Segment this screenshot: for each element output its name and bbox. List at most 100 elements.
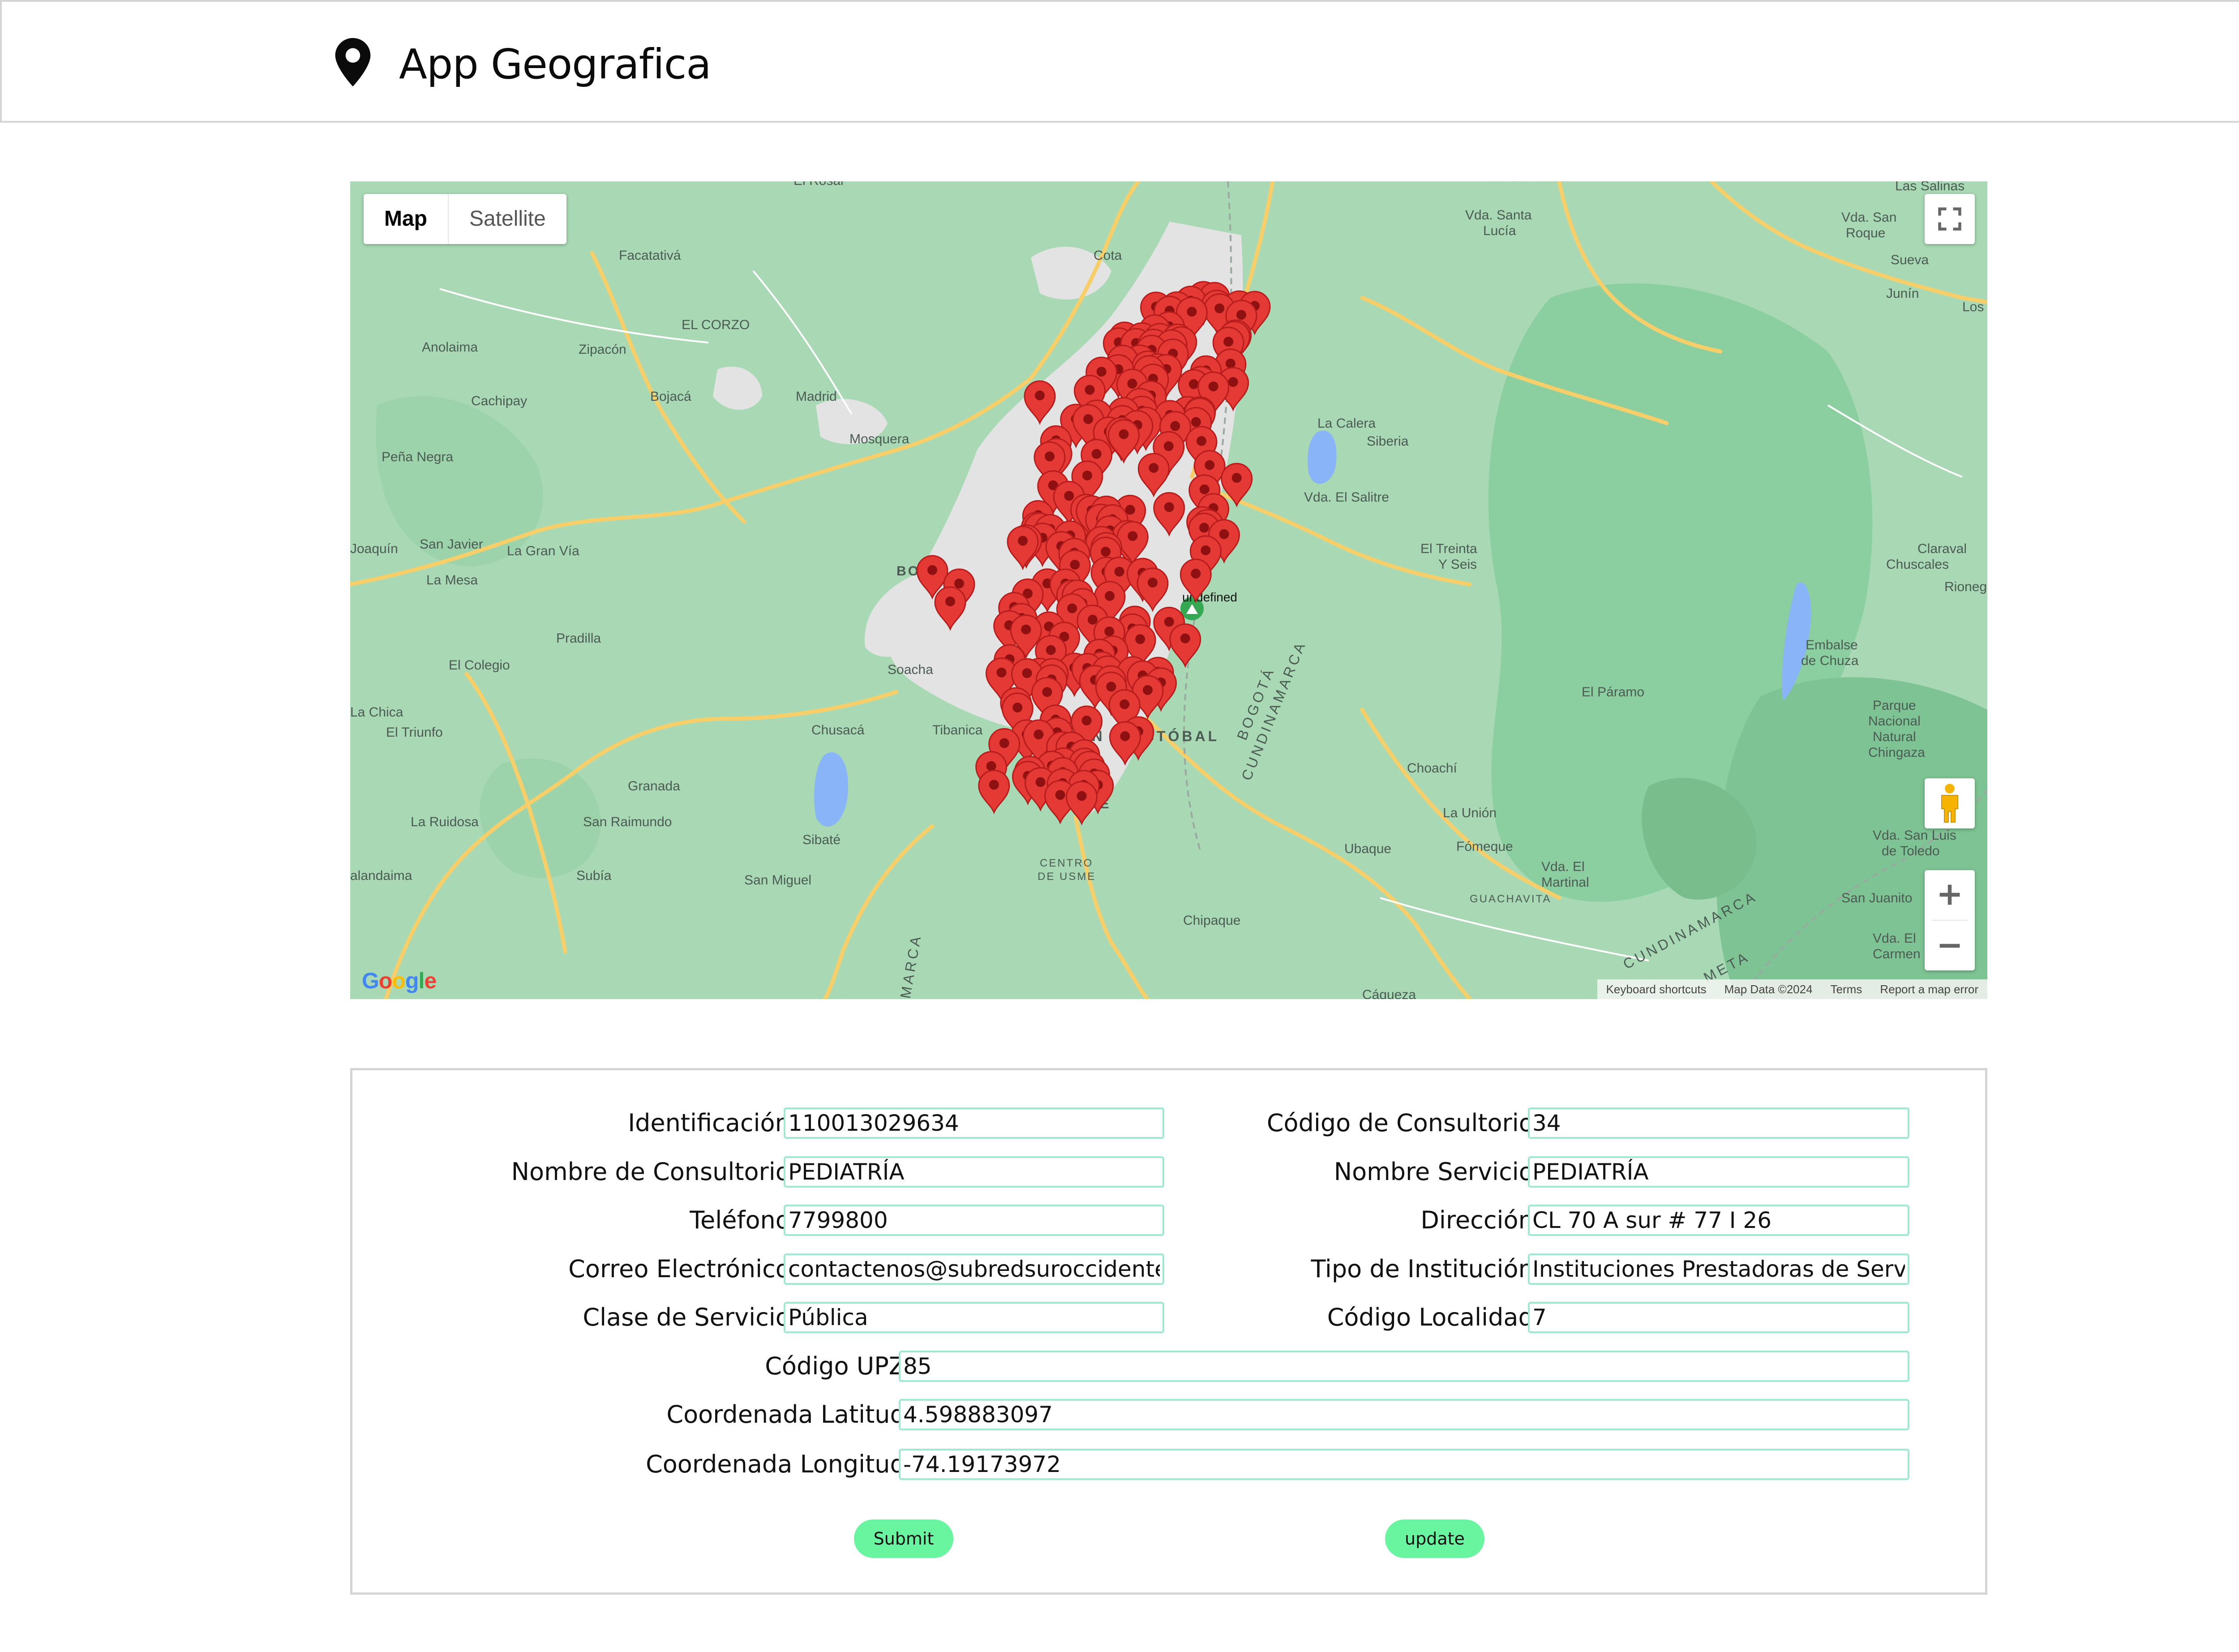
svg-text:La Gran Vía: La Gran Vía [507, 544, 579, 558]
svg-text:Anolaima: Anolaima [422, 340, 478, 355]
svg-text:La Chica: La Chica [350, 705, 403, 720]
svg-text:La Calera: La Calera [1317, 416, 1376, 431]
map-canvas[interactable]: El Rosal Facatativá Cota EL CORZO Anolai… [350, 181, 1987, 999]
svg-text:Ubaque: Ubaque [1344, 841, 1391, 856]
svg-text:Chuscales: Chuscales [1886, 557, 1949, 572]
app-title: App Geografica [399, 40, 712, 88]
nombre-consultorio-input[interactable] [784, 1156, 1164, 1188]
codigo-upz-input[interactable] [899, 1351, 1909, 1382]
svg-text:Tibanica: Tibanica [932, 723, 983, 738]
street-view-button[interactable] [1925, 778, 1975, 828]
svg-text:de Chuza: de Chuza [1801, 653, 1859, 668]
direccion-input[interactable] [1528, 1205, 1909, 1236]
svg-text:El Triunfo: El Triunfo [386, 725, 443, 740]
svg-text:La Mesa: La Mesa [426, 573, 478, 588]
svg-text:Vda. San Luis: Vda. San Luis [1873, 828, 1956, 843]
svg-text:Joaquín: Joaquín [350, 541, 398, 556]
svg-text:Sueva: Sueva [1891, 253, 1929, 267]
keyboard-shortcuts-link[interactable]: Keyboard shortcuts [1597, 983, 1716, 996]
svg-text:Soacha: Soacha [888, 662, 933, 677]
codigo-localidad-label: Código Localidad: [1327, 1303, 1542, 1331]
latitud-input[interactable] [899, 1399, 1909, 1430]
svg-text:Martinal: Martinal [1541, 875, 1589, 890]
telefono-input[interactable] [784, 1205, 1164, 1236]
google-map[interactable]: El Rosal Facatativá Cota EL CORZO Anolai… [350, 181, 1987, 999]
svg-text:San Miguel: San Miguel [744, 873, 811, 888]
svg-text:La Unión: La Unión [1443, 806, 1497, 820]
svg-text:Roque: Roque [1846, 226, 1885, 240]
google-logo[interactable]: Google [362, 968, 437, 994]
app-header: App Geografica [0, 0, 2239, 123]
nombre-servicio-label: Nombre Servicio: [1334, 1158, 1542, 1186]
svg-text:Natural: Natural [1873, 729, 1916, 744]
svg-text:Cachipay: Cachipay [471, 394, 527, 408]
svg-text:DE USME: DE USME [1038, 871, 1096, 883]
identificacion-input[interactable] [784, 1107, 1164, 1139]
pegman-icon [1941, 784, 1958, 823]
svg-text:Chusacá: Chusacá [811, 723, 865, 738]
svg-text:Vda. San José: Vda. San José [1479, 181, 1566, 185]
correo-label: Correo Electrónico: [568, 1255, 798, 1283]
svg-text:Lucía: Lucía [1483, 223, 1516, 238]
fullscreen-icon [1938, 207, 1961, 231]
zoom-control[interactable] [1925, 870, 1975, 970]
nombre-consultorio-label: Nombre de Consultorio: [511, 1158, 798, 1186]
submit-button[interactable]: Submit [854, 1519, 953, 1558]
svg-text:Vda. El Salitre: Vda. El Salitre [1304, 490, 1389, 505]
correo-input[interactable] [784, 1253, 1164, 1285]
clase-servicio-input[interactable] [784, 1302, 1164, 1333]
fullscreen-button[interactable] [1925, 194, 1975, 244]
map-type-map-button[interactable]: Map [364, 194, 449, 244]
svg-text:Parque: Parque [1873, 698, 1916, 713]
map-type-satellite-button[interactable]: Satellite [449, 194, 566, 244]
svg-text:Cota: Cota [1094, 248, 1122, 263]
svg-text:El Treinta: El Treinta [1420, 541, 1477, 556]
svg-text:Peña Negra: Peña Negra [382, 450, 453, 464]
codigo-upz-label: Código UPZ: [765, 1352, 914, 1380]
svg-text:La Ruidosa: La Ruidosa [411, 815, 479, 829]
svg-text:Y Seis: Y Seis [1438, 557, 1477, 572]
svg-text:Nacional: Nacional [1868, 714, 1921, 729]
svg-text:Mosquera: Mosquera [849, 432, 909, 446]
tipo-institucion-label: Tipo de Institución: [1311, 1255, 1542, 1283]
svg-text:El Rosal: El Rosal [794, 181, 844, 188]
svg-text:Cáqueza: Cáqueza [1362, 987, 1416, 999]
svg-text:Vda. San: Vda. San [1841, 210, 1896, 225]
svg-text:Vda. El: Vda. El [1541, 859, 1585, 874]
codigo-consultorio-label: Código de Consultorio: [1266, 1109, 1542, 1137]
codigo-consultorio-input[interactable] [1528, 1107, 1909, 1139]
svg-text:El Colegio: El Colegio [449, 658, 510, 673]
svg-text:Carmen: Carmen [1873, 947, 1921, 961]
map-type-control[interactable]: Map Satellite [364, 194, 566, 244]
svg-text:Pradilla: Pradilla [556, 631, 601, 646]
svg-text:Fómeque: Fómeque [1456, 839, 1513, 854]
tipo-institucion-input[interactable] [1528, 1253, 1909, 1285]
consultorio-form: Identificación: Código de Consultorio: N… [350, 1068, 1987, 1595]
svg-text:Rionegro: Rionegro [1944, 579, 1987, 594]
terms-link[interactable]: Terms [1822, 983, 1871, 996]
svg-text:Vda. El: Vda. El [1873, 931, 1916, 946]
svg-text:Granada: Granada [628, 779, 680, 794]
svg-text:Junín: Junín [1886, 286, 1919, 301]
nombre-servicio-input[interactable] [1528, 1156, 1909, 1188]
longitud-input[interactable] [899, 1449, 1909, 1480]
svg-text:Subía: Subía [576, 868, 612, 883]
svg-text:Siberia: Siberia [1367, 434, 1409, 449]
svg-text:Chingaza: Chingaza [1868, 745, 1925, 760]
zoom-out-button[interactable] [1925, 921, 1975, 970]
svg-text:Bojacá: Bojacá [650, 389, 691, 404]
svg-text:alandaima: alandaima [350, 868, 412, 883]
svg-text:Claraval: Claraval [1917, 541, 1967, 556]
report-error-link[interactable]: Report a map error [1871, 983, 1987, 996]
update-button[interactable]: update [1385, 1519, 1484, 1558]
svg-text:Sibaté: Sibaté [802, 832, 841, 847]
svg-text:GUACHAVITA: GUACHAVITA [1470, 893, 1551, 905]
svg-text:Las Salinas: Las Salinas [1895, 181, 1964, 193]
zoom-in-button[interactable] [1925, 870, 1975, 920]
longitud-label: Coordenada Longitud: [646, 1450, 914, 1478]
map-attribution: Keyboard shortcuts Map Data ©2024 Terms … [1597, 979, 1987, 999]
plus-icon [1939, 884, 1960, 905]
codigo-localidad-input[interactable] [1528, 1302, 1909, 1333]
svg-text:Embalse: Embalse [1806, 638, 1858, 652]
map-data-label: Map Data ©2024 [1724, 982, 1813, 996]
